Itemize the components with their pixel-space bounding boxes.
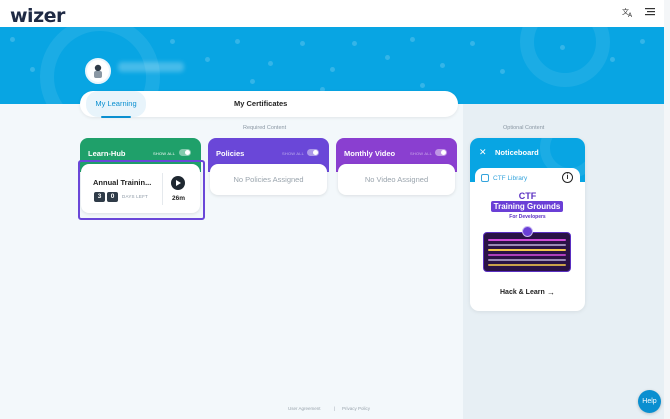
course-highlight xyxy=(78,160,205,220)
show-all-label: SHOW ALL xyxy=(153,151,176,156)
days-digit: 3 xyxy=(94,192,105,202)
monthly-video-card: Monthly Video SHOW ALL No Video Assigned xyxy=(336,138,457,195)
library-icon xyxy=(481,174,489,182)
policies-title: Policies xyxy=(216,149,245,158)
policies-empty-text: No Policies Assigned xyxy=(233,175,304,184)
show-all-label: SHOW ALL xyxy=(282,151,305,156)
help-button[interactable]: Help xyxy=(638,390,661,413)
hack-learn-link[interactable]: Hack & Learn xyxy=(500,289,545,296)
play-button[interactable] xyxy=(171,176,185,190)
tab-my-certificates[interactable]: My Certificates xyxy=(234,91,287,117)
show-all-toggle[interactable] xyxy=(435,149,447,156)
learning-tabs: My Learning My Certificates xyxy=(80,91,458,118)
policies-card: Policies SHOW ALL No Policies Assigned xyxy=(208,138,329,195)
policies-empty-card: No Policies Assigned xyxy=(210,164,327,195)
info-icon[interactable]: i xyxy=(562,172,573,183)
footer-separator: | xyxy=(334,406,336,411)
show-all-toggle[interactable] xyxy=(179,149,191,156)
days-left-label: DAYS LEFT xyxy=(122,194,148,199)
arrow-right-icon[interactable]: → xyxy=(547,288,555,297)
video-empty-text: No Video Assigned xyxy=(364,175,429,184)
optional-content-label: Optional Content xyxy=(503,125,545,131)
noticeboard-card: ✕ Noticeboard CTF Library i CTF Training… xyxy=(470,138,585,311)
user-avatar-icon[interactable] xyxy=(85,58,111,84)
top-bar: wizer 文A xyxy=(0,0,664,27)
show-all-toggle[interactable] xyxy=(307,149,319,156)
learn-hub-title: Learn-Hub xyxy=(88,149,126,158)
close-icon[interactable]: ✕ xyxy=(479,147,487,157)
user-name-blurred xyxy=(118,62,184,72)
show-all-label: SHOW ALL xyxy=(410,151,433,156)
tab-my-learning[interactable]: My Learning xyxy=(86,91,146,118)
monthly-video-title: Monthly Video xyxy=(344,149,396,158)
noticeboard-title: Noticeboard xyxy=(495,148,539,157)
ctf-band: Training Grounds xyxy=(491,201,563,212)
required-content-label: Required Content xyxy=(243,125,287,131)
menu-icon[interactable] xyxy=(643,6,657,20)
ctf-promo-image[interactable] xyxy=(483,232,571,272)
svg-text:A: A xyxy=(628,12,633,18)
privacy-policy-link[interactable]: Privacy Policy xyxy=(342,406,370,411)
course-duration: 26m xyxy=(172,195,186,202)
video-empty-card: No Video Assigned xyxy=(338,164,455,195)
course-title[interactable]: Annual Trainin... xyxy=(93,178,151,187)
days-digit: 0 xyxy=(107,192,118,202)
divider xyxy=(162,173,163,205)
mascot-icon xyxy=(522,226,533,237)
play-icon xyxy=(176,180,181,186)
translate-icon[interactable]: 文A xyxy=(621,6,635,20)
user-agreement-link[interactable]: User Agreement xyxy=(288,406,321,411)
ctf-library-label[interactable]: CTF Library xyxy=(493,175,527,182)
ctf-heading: CTF xyxy=(518,191,537,201)
for-developers-label: For Developers xyxy=(509,214,546,220)
wizer-logo[interactable]: wizer xyxy=(10,5,65,27)
scrollbar[interactable] xyxy=(664,0,670,419)
